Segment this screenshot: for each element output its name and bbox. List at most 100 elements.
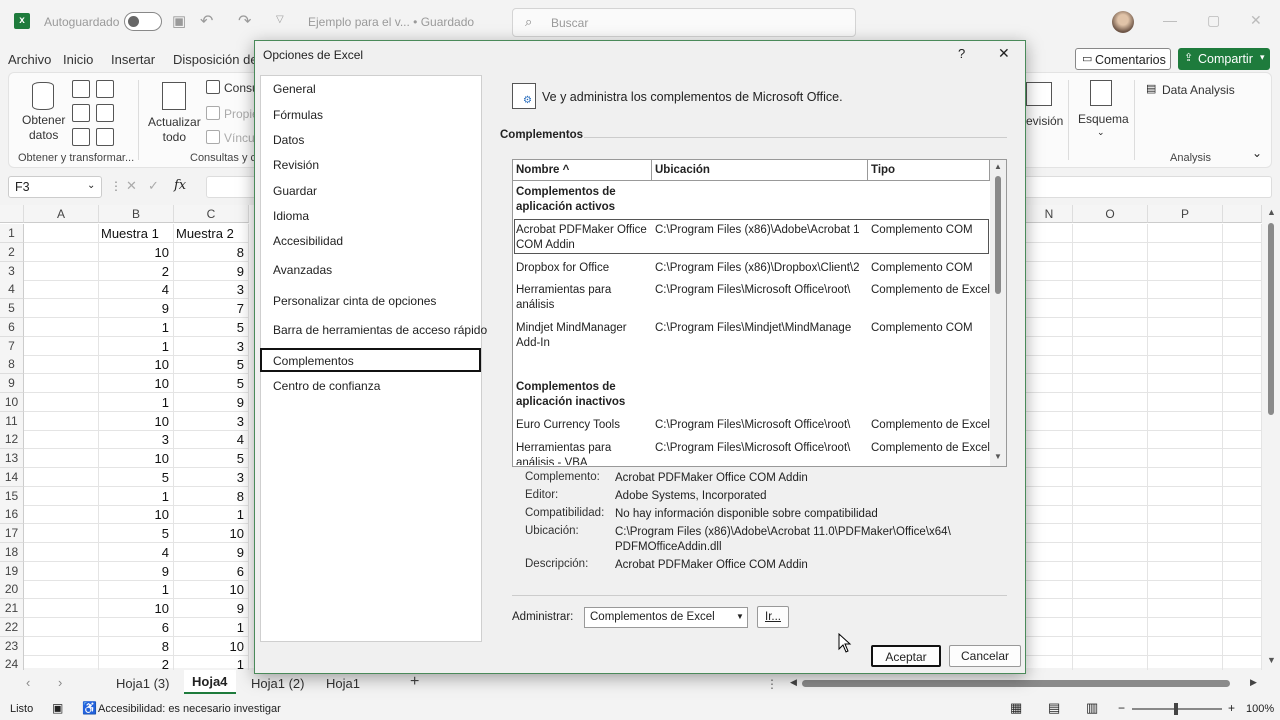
cancel-entry-icon[interactable]: ✕ bbox=[126, 178, 137, 194]
cell-empty[interactable] bbox=[1223, 599, 1262, 618]
cell-empty[interactable] bbox=[1073, 374, 1148, 393]
from-text-icon[interactable] bbox=[72, 80, 90, 98]
column-header-b[interactable]: B bbox=[99, 205, 174, 223]
status-accessibility[interactable]: Accesibilidad: es necesario investigar bbox=[98, 703, 281, 715]
nav-item-trust-center[interactable]: Centro de confianza bbox=[273, 379, 380, 393]
cell-empty[interactable] bbox=[1073, 449, 1148, 468]
cell-c[interactable]: 9 bbox=[174, 543, 249, 562]
zoom-level[interactable]: 100% bbox=[1246, 703, 1274, 715]
nav-item-accessibility[interactable]: Accesibilidad bbox=[273, 234, 343, 248]
addin-name[interactable]: Mindjet MindManager Add-In bbox=[516, 321, 650, 351]
tab-inicio[interactable]: Inicio bbox=[63, 52, 93, 67]
table-scrollbar[interactable]: ▲ ▼ bbox=[990, 160, 1006, 466]
cell-empty[interactable] bbox=[1026, 262, 1073, 281]
cell-a[interactable] bbox=[24, 487, 99, 506]
cell-empty[interactable] bbox=[1026, 562, 1073, 581]
cell-empty[interactable] bbox=[1026, 299, 1073, 318]
cell-c[interactable]: 5 bbox=[174, 318, 249, 337]
row-header[interactable]: 6 bbox=[0, 318, 24, 337]
scroll-up-icon[interactable]: ▲ bbox=[1267, 207, 1276, 217]
cell-empty[interactable] bbox=[1073, 355, 1148, 374]
cell-b[interactable]: 1 bbox=[99, 393, 174, 412]
share-button[interactable]: ⇪ Compartir ▾ bbox=[1178, 48, 1270, 70]
cell-empty[interactable] bbox=[1073, 599, 1148, 618]
cell-empty[interactable] bbox=[1148, 637, 1223, 656]
row-header[interactable]: 21 bbox=[0, 599, 24, 618]
nav-item-customize-ribbon[interactable]: Personalizar cinta de opciones bbox=[273, 294, 436, 308]
window-close-icon[interactable]: ✕ bbox=[1250, 12, 1262, 29]
page-layout-icon[interactable]: ▤ bbox=[1048, 700, 1060, 716]
row-header[interactable]: 10 bbox=[0, 393, 24, 412]
column-header-n[interactable]: N bbox=[1026, 205, 1073, 223]
confirm-entry-icon[interactable]: ✓ bbox=[148, 178, 159, 194]
vertical-scrollbar[interactable]: ▲ ▼ bbox=[1264, 205, 1280, 668]
cell-empty[interactable] bbox=[1073, 562, 1148, 581]
cell-empty[interactable] bbox=[1148, 262, 1223, 281]
cell-empty[interactable] bbox=[1223, 280, 1262, 299]
cell-empty[interactable] bbox=[1148, 562, 1223, 581]
cell-empty[interactable] bbox=[1223, 374, 1262, 393]
nav-item-proofing[interactable]: Revisión bbox=[273, 158, 319, 172]
row-header[interactable]: 22 bbox=[0, 618, 24, 637]
cell-a[interactable] bbox=[24, 430, 99, 449]
cell-empty[interactable] bbox=[1073, 393, 1148, 412]
vertical-scroll-thumb[interactable] bbox=[1268, 223, 1274, 415]
cell-b[interactable]: 4 bbox=[99, 280, 174, 299]
cell-empty[interactable] bbox=[1223, 562, 1262, 581]
nav-item-quick-access[interactable]: Barra de herramientas de acceso rápido bbox=[273, 323, 487, 337]
column-header-location[interactable]: Ubicación bbox=[652, 160, 868, 181]
cell-empty[interactable] bbox=[1073, 299, 1148, 318]
cell-a[interactable] bbox=[24, 374, 99, 393]
redo-icon[interactable]: ↷ bbox=[238, 11, 251, 31]
column-header-c[interactable]: C bbox=[174, 205, 249, 223]
cell-empty[interactable] bbox=[1223, 393, 1262, 412]
from-web-icon[interactable] bbox=[72, 104, 90, 122]
cell-b[interactable]: 8 bbox=[99, 637, 174, 656]
cell-empty[interactable] bbox=[1148, 355, 1223, 374]
cell-b[interactable]: 10 bbox=[99, 599, 174, 618]
zoom-slider-thumb[interactable] bbox=[1174, 703, 1178, 715]
cell-empty[interactable] bbox=[1026, 449, 1073, 468]
addin-name[interactable]: Dropbox for Office bbox=[516, 261, 650, 276]
addin-name[interactable]: Herramientas para análisis - VBA bbox=[516, 441, 650, 465]
cell-c[interactable]: 7 bbox=[174, 299, 249, 318]
addin-name[interactable]: Euro Currency Tools bbox=[516, 418, 650, 433]
existing-connections-icon[interactable] bbox=[96, 104, 114, 122]
cell-b[interactable]: 1 bbox=[99, 580, 174, 599]
cell-empty[interactable] bbox=[1026, 337, 1073, 356]
row-header[interactable]: 20 bbox=[0, 580, 24, 599]
cell-empty[interactable] bbox=[1026, 374, 1073, 393]
cell-empty[interactable] bbox=[1148, 318, 1223, 337]
cell-a[interactable] bbox=[24, 618, 99, 637]
column-header-o[interactable]: O bbox=[1073, 205, 1148, 223]
sheet-next-icon[interactable]: › bbox=[58, 675, 62, 690]
sheet-tab[interactable]: Hoja1 bbox=[326, 676, 360, 691]
from-table-icon[interactable] bbox=[72, 128, 90, 146]
tab-disposicion[interactable]: Disposición de bbox=[173, 52, 258, 67]
zoom-slider[interactable] bbox=[1132, 703, 1222, 715]
cell-c[interactable]: 9 bbox=[174, 599, 249, 618]
cell-empty[interactable] bbox=[1026, 393, 1073, 412]
cell-empty[interactable] bbox=[1148, 299, 1223, 318]
cell-empty[interactable] bbox=[1223, 412, 1262, 431]
cell-empty[interactable] bbox=[1026, 543, 1073, 562]
column-header-name[interactable]: Nombre ^ bbox=[513, 160, 652, 181]
cell-empty[interactable] bbox=[1073, 505, 1148, 524]
cell-empty[interactable] bbox=[1073, 580, 1148, 599]
cell-c[interactable]: 6 bbox=[174, 562, 249, 581]
cell-c[interactable]: 3 bbox=[174, 412, 249, 431]
cell-empty[interactable] bbox=[1148, 543, 1223, 562]
row-header[interactable]: 15 bbox=[0, 487, 24, 506]
row-header[interactable]: 14 bbox=[0, 468, 24, 487]
cell-b[interactable]: 10 bbox=[99, 243, 174, 262]
row-header[interactable]: 1 bbox=[0, 224, 24, 243]
scroll-up-icon[interactable]: ▲ bbox=[994, 162, 1002, 171]
cell-empty[interactable] bbox=[1148, 412, 1223, 431]
cell-a[interactable] bbox=[24, 524, 99, 543]
macro-record-icon[interactable]: ▣ bbox=[52, 701, 63, 715]
autosave-toggle[interactable] bbox=[124, 12, 162, 31]
cell-empty[interactable] bbox=[1073, 224, 1148, 243]
cell-c[interactable]: 10 bbox=[174, 524, 249, 543]
scroll-left-icon[interactable]: ◀ bbox=[790, 677, 797, 688]
cell-a[interactable] bbox=[24, 543, 99, 562]
